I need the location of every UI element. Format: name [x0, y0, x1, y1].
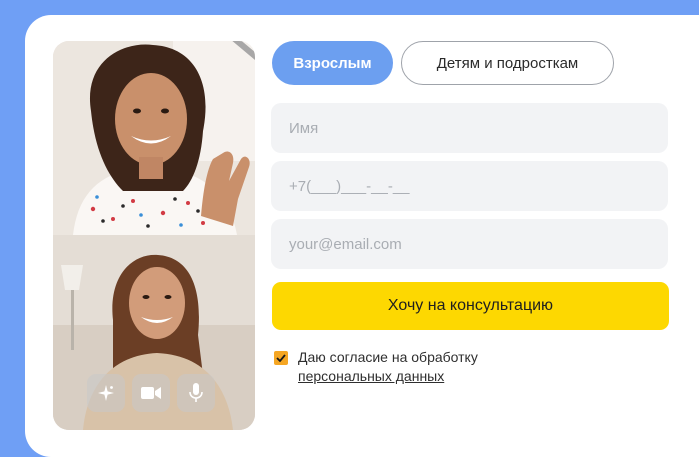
tab-adults[interactable]: Взрослым	[272, 41, 393, 85]
phone-placeholder: +7(___)___-__-__	[289, 177, 410, 195]
name-placeholder: Имя	[289, 119, 319, 137]
consultation-submit-button[interactable]: Хочу на консультацию	[272, 282, 669, 330]
name-field[interactable]: Имя	[271, 103, 668, 153]
email-field[interactable]: your@email.com	[271, 219, 668, 269]
phone-field[interactable]: +7(___)___-__-__	[271, 161, 668, 211]
woman-waving-photo	[53, 41, 255, 235]
consent-text: Даю согласие на обработку персональных д…	[298, 348, 558, 386]
video-camera-icon	[141, 387, 161, 399]
personal-data-link[interactable]: персональных данных	[298, 368, 444, 384]
checkmark-icon	[276, 354, 286, 362]
microphone-icon	[189, 383, 203, 402]
call-controls	[87, 374, 215, 412]
camera-button[interactable]	[132, 374, 170, 412]
microphone-button[interactable]	[177, 374, 215, 412]
consent-label: Даю согласие на обработку	[298, 349, 478, 365]
consent-checkbox[interactable]	[274, 351, 288, 365]
effects-button[interactable]	[87, 374, 125, 412]
video-preview	[53, 41, 255, 430]
audience-tabs: Взрослым Детям и подросткам	[272, 41, 614, 85]
email-placeholder: your@email.com	[289, 235, 402, 253]
sparkle-icon	[98, 385, 114, 401]
tab-kids-teens[interactable]: Детям и подросткам	[401, 41, 614, 85]
